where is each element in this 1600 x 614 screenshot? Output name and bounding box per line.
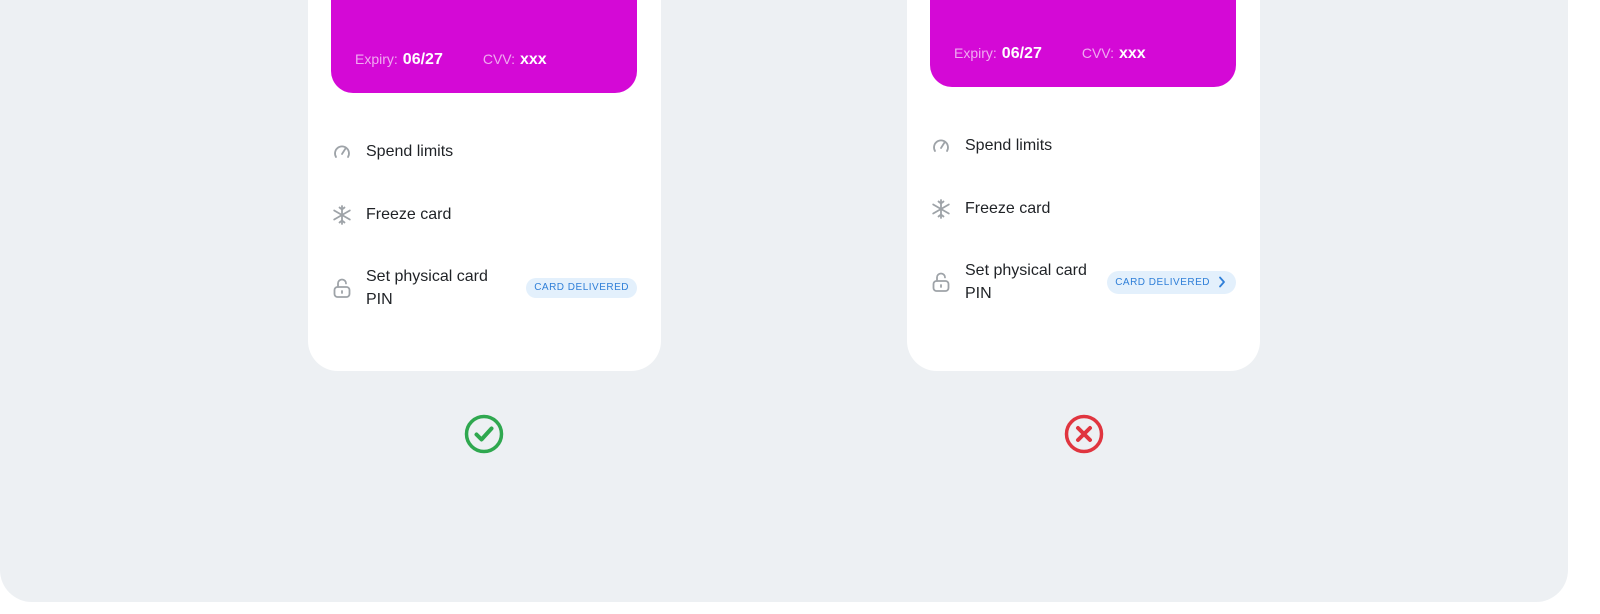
badge-label: CARD DELIVERED [534,282,629,293]
menu-item-label: Freeze card [965,200,1051,217]
menu-item-label: Freeze card [366,206,452,223]
good-example-panel: Expiry: 06/27 CVV: xxx Spend limits Free… [308,0,661,371]
card-details: Expiry: 06/27 CVV: xxx [954,45,1146,63]
snowflake-icon [930,198,952,220]
cvv-label: CVV: [482,51,515,67]
cvv-group: CVV: xxx [483,51,547,69]
payment-card[interactable]: Expiry: 06/27 CVV: xxx [930,0,1236,87]
expiry-value: 06/27 [1001,45,1042,62]
menu-item-spend-limits[interactable]: Spend limits [930,134,1236,157]
comparison-canvas: Expiry: 06/27 CVV: xxx Spend limits Free… [0,0,1568,602]
expiry-group: Expiry: 06/27 [355,51,443,69]
cvv-value: xxx [1119,45,1146,62]
expiry-label: Expiry: [954,45,997,61]
menu-item-label: Spend limits [965,137,1053,154]
unlock-icon [930,271,952,293]
menu-item-label: Spend limits [366,143,454,160]
menu-item-freeze-card[interactable]: Freeze card [930,197,1236,220]
menu-item-label: Set physical card PIN [366,268,488,308]
unlock-icon [331,277,353,299]
speedometer-icon [930,135,952,157]
menu-item-spend-limits[interactable]: Spend limits [331,140,637,163]
badge-label: CARD DELIVERED [1115,276,1210,288]
bad-example-panel: Expiry: 06/27 CVV: xxx Spend limits Free… [907,0,1260,371]
payment-card[interactable]: Expiry: 06/27 CVV: xxx [331,0,637,93]
check-circle-icon [464,414,504,454]
expiry-group: Expiry: 06/27 [954,45,1042,63]
card-delivered-badge: CARD DELIVERED [526,278,637,298]
menu-item-set-pin[interactable]: Set physical card PIN CARD DELIVERED [331,265,637,311]
speedometer-icon [331,141,353,163]
expiry-value: 06/27 [402,51,443,68]
menu-item-freeze-card[interactable]: Freeze card [331,203,637,226]
menu-item-label: Set physical card PIN [965,262,1087,302]
cvv-value: xxx [520,51,547,68]
cvv-group: CVV: xxx [1082,45,1146,63]
cvv-label: CVV: [1081,45,1114,61]
snowflake-icon [331,204,353,226]
card-delivered-badge[interactable]: CARD DELIVERED [1107,270,1236,294]
chevron-right-icon [1218,276,1226,288]
card-details: Expiry: 06/27 CVV: xxx [355,51,547,69]
menu-item-set-pin[interactable]: Set physical card PIN CARD DELIVERED [930,259,1236,305]
x-circle-icon [1064,414,1104,454]
expiry-label: Expiry: [355,51,398,67]
